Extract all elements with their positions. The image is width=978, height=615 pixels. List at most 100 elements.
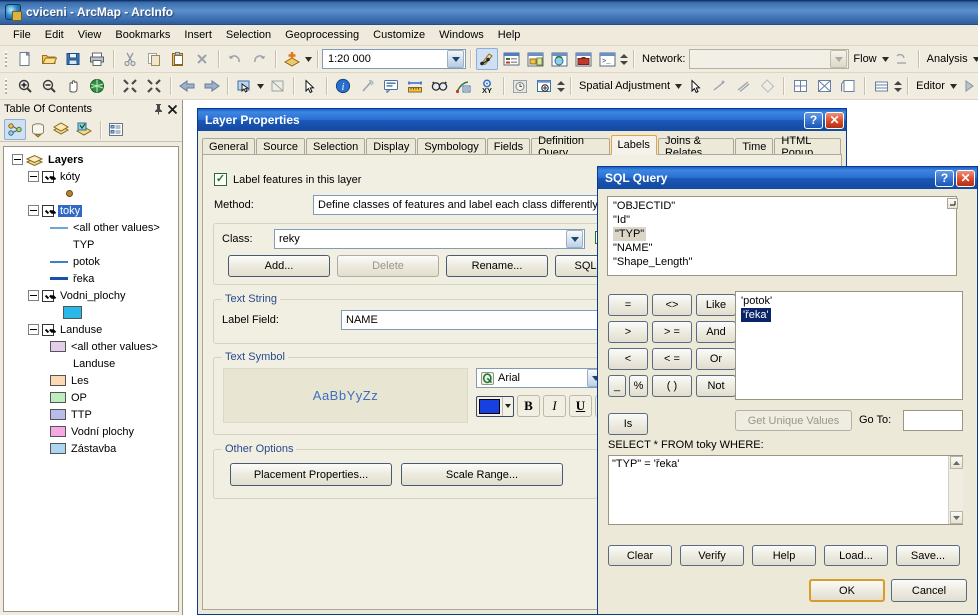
- sa-transform-icon[interactable]: [837, 75, 859, 97]
- editor-dropdown-arrow[interactable]: [949, 75, 958, 97]
- operator-less-equals-button[interactable]: < =: [652, 348, 692, 370]
- forward-extent-icon[interactable]: [200, 75, 222, 97]
- scroll-up-arrow[interactable]: [949, 456, 963, 469]
- placement-properties-button[interactable]: Placement Properties...: [230, 463, 392, 486]
- select-elements-icon[interactable]: [299, 75, 321, 97]
- sa-new-displacement-link-icon[interactable]: [708, 75, 730, 97]
- sa-select-elements-icon[interactable]: [684, 75, 706, 97]
- menu-item-selection[interactable]: Selection: [219, 27, 278, 43]
- value-item[interactable]: 'potok': [741, 295, 772, 307]
- add-class-button[interactable]: Add...: [228, 255, 330, 277]
- italic-button[interactable]: I: [543, 395, 566, 417]
- sa-new-multi-displacement-link-icon[interactable]: [732, 75, 754, 97]
- flow-menu-label[interactable]: Flow: [849, 53, 880, 65]
- help-button[interactable]: Help: [752, 545, 816, 566]
- list-by-visibility-icon[interactable]: [50, 119, 72, 140]
- operator-underscore-button[interactable]: _: [608, 375, 626, 397]
- menu-item-insert[interactable]: Insert: [177, 27, 219, 43]
- operator-and-button[interactable]: And: [696, 321, 736, 343]
- close-icon[interactable]: [165, 102, 179, 116]
- tab-general[interactable]: General: [202, 138, 256, 155]
- measure-icon[interactable]: [404, 75, 426, 97]
- full-extent-icon[interactable]: [86, 75, 108, 97]
- find-icon[interactable]: [428, 75, 450, 97]
- toolbar-overflow-spinner[interactable]: [893, 76, 903, 96]
- find-route-icon[interactable]: [452, 75, 474, 97]
- menu-item-help[interactable]: Help: [491, 27, 528, 43]
- scroll-down-arrow[interactable]: [949, 511, 963, 524]
- analysis-dropdown-arrow[interactable]: [972, 48, 978, 70]
- table-of-contents-icon[interactable]: [500, 48, 522, 70]
- field-list-resize-handle[interactable]: [947, 198, 958, 209]
- operator-not-button[interactable]: Not: [696, 375, 736, 397]
- close-button[interactable]: ✕: [956, 169, 975, 187]
- tab-definition-query[interactable]: Definition Query: [531, 135, 610, 159]
- field-name[interactable]: "OBJECTID": [613, 200, 675, 212]
- toc-layer-vodni-plochy[interactable]: Vodni_plochy: [6, 287, 176, 304]
- close-button[interactable]: ✕: [825, 111, 844, 129]
- operator-equals-button[interactable]: =: [608, 294, 648, 316]
- catalog-icon[interactable]: [524, 48, 546, 70]
- operator-or-button[interactable]: Or: [696, 348, 736, 370]
- operator-percent-button[interactable]: %: [629, 375, 648, 397]
- add-data-dropdown-arrow[interactable]: [304, 48, 313, 70]
- add-data-icon[interactable]: [281, 48, 303, 70]
- expand-collapse-icon[interactable]: [28, 324, 39, 335]
- tab-display[interactable]: Display: [366, 138, 417, 155]
- identify-icon[interactable]: i: [332, 75, 354, 97]
- load-button[interactable]: Load...: [824, 545, 888, 566]
- spatial-adjustment-dropdown-arrow[interactable]: [674, 75, 683, 97]
- chevron-down-icon[interactable]: [447, 50, 464, 68]
- copy-icon[interactable]: [143, 48, 165, 70]
- toc-layer-toky[interactable]: toky: [6, 202, 176, 219]
- operator-like-button[interactable]: Like: [696, 294, 736, 316]
- pan-icon[interactable]: [62, 75, 84, 97]
- tab-source[interactable]: Source: [256, 138, 305, 155]
- search-icon[interactable]: [548, 48, 570, 70]
- sa-select-links-icon[interactable]: [756, 75, 778, 97]
- field-name[interactable]: "TYP": [613, 227, 647, 241]
- where-clause-scrollbar[interactable]: [948, 456, 963, 524]
- time-slider-icon[interactable]: [509, 75, 531, 97]
- analysis-menu-label[interactable]: Analysis: [923, 53, 972, 65]
- editor-menu-label[interactable]: Editor: [912, 80, 949, 92]
- select-features-icon[interactable]: [233, 75, 255, 97]
- menu-item-bookmarks[interactable]: Bookmarks: [108, 27, 177, 43]
- rename-class-button[interactable]: Rename...: [446, 255, 548, 277]
- save-button[interactable]: Save...: [896, 545, 960, 566]
- editor-toolbar-icon[interactable]: [476, 48, 498, 70]
- underline-button[interactable]: U: [569, 395, 592, 417]
- toolbar-grip[interactable]: [3, 49, 10, 69]
- value-item[interactable]: 'řeka': [741, 308, 771, 322]
- toolbar-grip[interactable]: [3, 76, 10, 96]
- chevron-down-icon[interactable]: [566, 230, 583, 248]
- help-button[interactable]: ?: [804, 111, 823, 129]
- arctoolbox-icon[interactable]: [572, 48, 594, 70]
- text-color-picker[interactable]: [476, 395, 514, 417]
- cut-icon[interactable]: [119, 48, 141, 70]
- open-folder-icon[interactable]: [38, 48, 60, 70]
- hyperlink-icon[interactable]: [356, 75, 378, 97]
- tab-symbology[interactable]: Symbology: [417, 138, 486, 155]
- operator-less-button[interactable]: <: [608, 348, 648, 370]
- layer-visibility-checkbox[interactable]: [42, 204, 54, 217]
- chevron-down-icon[interactable]: [830, 50, 848, 68]
- flow-dropdown-arrow[interactable]: [881, 48, 890, 70]
- sa-edge-match-icon[interactable]: [813, 75, 835, 97]
- toc-root-layers[interactable]: Layers: [6, 151, 176, 168]
- expand-collapse-icon[interactable]: [28, 205, 39, 216]
- zoom-out-icon[interactable]: [38, 75, 60, 97]
- expand-collapse-icon[interactable]: [12, 154, 23, 165]
- bold-button[interactable]: B: [517, 395, 540, 417]
- field-list[interactable]: "OBJECTID" "Id" "TYP" "NAME" "Shape_Leng…: [607, 196, 957, 276]
- clear-button[interactable]: Clear: [608, 545, 672, 566]
- undo-icon[interactable]: [224, 48, 246, 70]
- back-extent-icon[interactable]: [176, 75, 198, 97]
- toc-layer-koty[interactable]: kóty: [6, 168, 176, 185]
- help-button[interactable]: ?: [935, 169, 954, 187]
- expand-collapse-icon[interactable]: [28, 290, 39, 301]
- sa-attribute-transfer-icon[interactable]: [870, 75, 892, 97]
- label-features-row[interactable]: ✓ Label features in this layer: [214, 173, 361, 186]
- menu-item-file[interactable]: File: [6, 27, 38, 43]
- menu-item-edit[interactable]: Edit: [38, 27, 71, 43]
